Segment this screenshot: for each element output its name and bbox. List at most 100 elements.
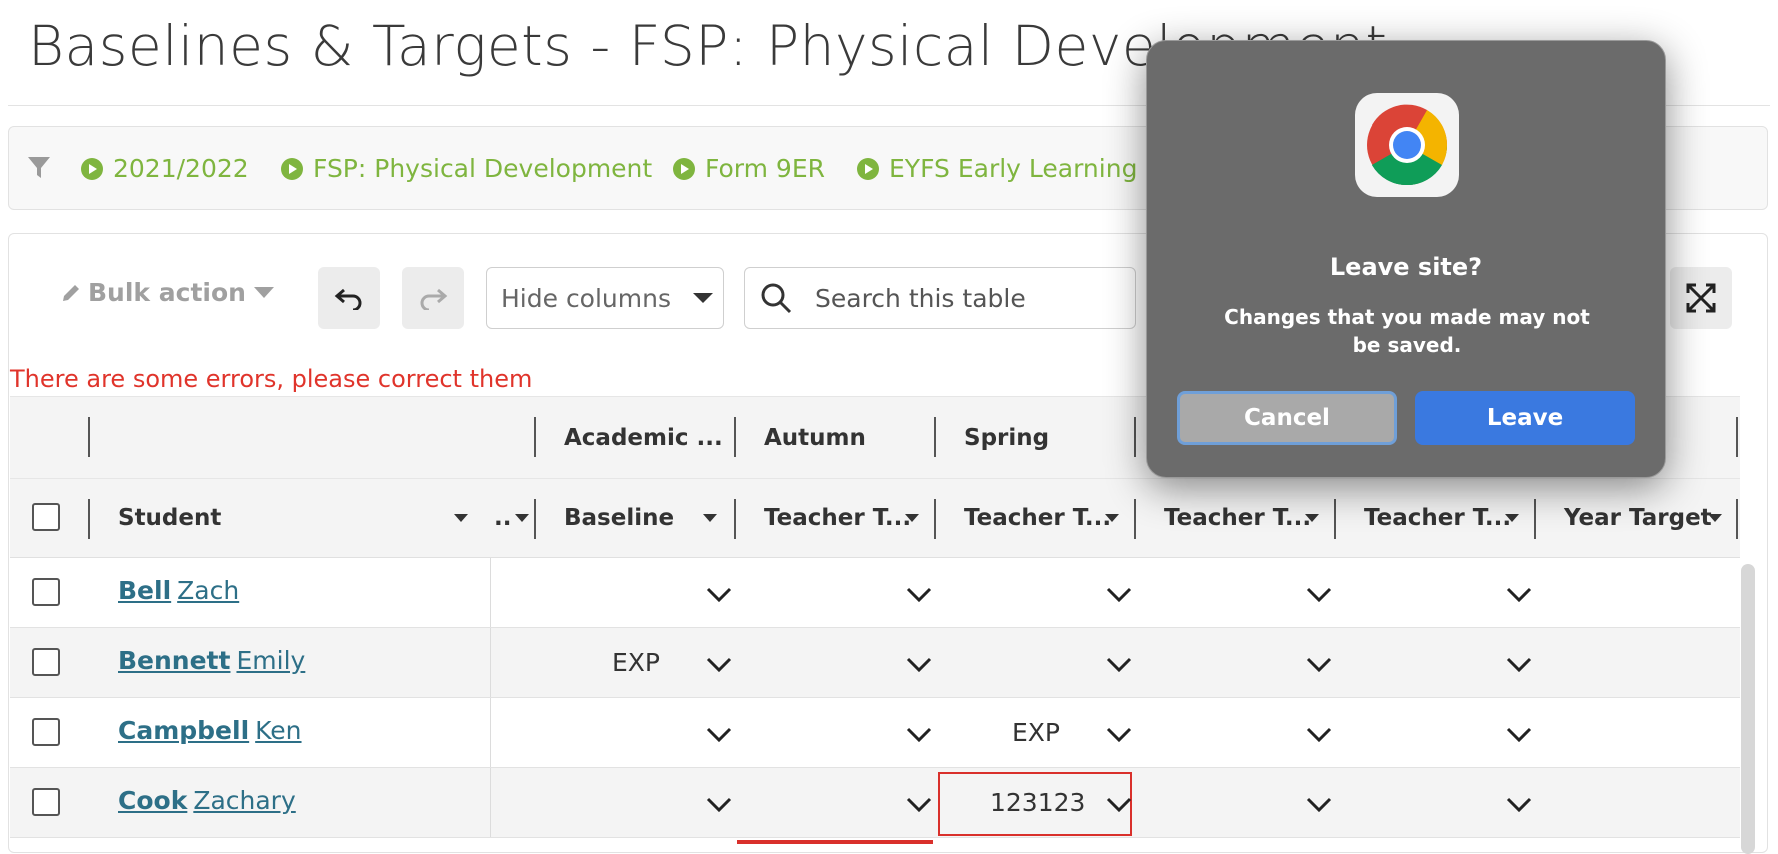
pencil-icon xyxy=(63,284,79,301)
row-checkbox[interactable] xyxy=(32,578,60,606)
column-separator xyxy=(1534,499,1536,539)
caret-down-icon xyxy=(1505,514,1519,522)
search-input[interactable]: Search this table xyxy=(744,267,1136,329)
select-all-checkbox[interactable] xyxy=(32,503,60,531)
group-header-academic: Academic ... xyxy=(564,425,723,451)
caret-down-icon xyxy=(253,287,274,298)
chevron-down-icon[interactable] xyxy=(906,586,932,604)
filter-icon[interactable] xyxy=(27,155,51,185)
play-icon xyxy=(857,157,879,180)
column-header-autumn-teacher[interactable]: Teacher T... xyxy=(764,479,929,557)
filter-chip-year[interactable]: 2021/2022 xyxy=(81,154,249,183)
student-link[interactable]: Bennett Emily xyxy=(118,646,305,675)
chevron-down-icon[interactable] xyxy=(706,656,732,674)
redo-button[interactable] xyxy=(402,267,464,329)
table-row: Campbell Ken EXP xyxy=(10,698,1740,768)
column-separator xyxy=(534,417,536,457)
chevron-down-icon[interactable] xyxy=(706,726,732,744)
chevron-down-icon[interactable] xyxy=(1506,586,1532,604)
chevron-down-icon[interactable] xyxy=(1506,726,1532,744)
table-row: Bell Zach xyxy=(10,558,1740,628)
error-underline xyxy=(737,840,933,844)
column-header-baseline[interactable]: Baseline xyxy=(564,479,729,557)
caret-down-icon xyxy=(1105,514,1119,522)
error-message: There are some errors, please correct th… xyxy=(10,365,533,393)
column-separator xyxy=(1736,417,1738,457)
dialog-title: Leave site? xyxy=(1329,253,1483,281)
column-header-teacher-4[interactable]: Teacher T... xyxy=(1364,479,1529,557)
column-separator xyxy=(1134,417,1136,457)
caret-down-icon xyxy=(1708,514,1722,522)
column-header-year-target[interactable]: Year Target xyxy=(1564,479,1734,557)
group-header-autumn: Autumn xyxy=(764,425,866,451)
undo-button[interactable] xyxy=(318,267,380,329)
column-separator xyxy=(534,499,536,539)
fullscreen-button[interactable] xyxy=(1670,267,1732,329)
chevron-down-icon[interactable] xyxy=(706,796,732,814)
undo-icon xyxy=(334,288,362,310)
chevron-down-icon[interactable] xyxy=(706,586,732,604)
row-checkbox[interactable] xyxy=(32,648,60,676)
play-icon xyxy=(281,157,303,180)
row-checkbox[interactable] xyxy=(32,788,60,816)
student-link[interactable]: Bell Zach xyxy=(118,576,239,605)
chevron-down-icon[interactable] xyxy=(906,656,932,674)
column-separator xyxy=(88,499,90,539)
play-icon xyxy=(673,157,695,180)
caret-down-icon xyxy=(454,514,468,522)
chevron-down-icon[interactable] xyxy=(1306,726,1332,744)
chevron-down-icon[interactable] xyxy=(906,726,932,744)
table-row: Cook Zachary 123123 xyxy=(10,768,1740,838)
column-header-teacher-3[interactable]: Teacher T... xyxy=(1164,479,1329,557)
filter-chip-framework[interactable]: EYFS Early Learning G xyxy=(857,154,1165,183)
chevron-down-icon[interactable] xyxy=(1306,586,1332,604)
expand-icon xyxy=(1686,283,1716,313)
filter-chip-subject[interactable]: FSP: Physical Development xyxy=(281,154,652,183)
search-icon xyxy=(761,283,792,314)
caret-down-icon xyxy=(515,514,530,522)
spring-value[interactable]: 123123 xyxy=(990,788,1085,817)
redo-icon xyxy=(420,288,448,310)
column-header-student[interactable]: Student xyxy=(118,479,488,557)
caret-down-icon xyxy=(693,293,713,303)
chrome-logo-icon xyxy=(1355,93,1459,197)
column-header-spring-teacher[interactable]: Teacher T... xyxy=(964,479,1129,557)
chevron-down-icon[interactable] xyxy=(1106,796,1132,814)
student-link[interactable]: Campbell Ken xyxy=(118,716,302,745)
hide-columns-select[interactable]: Hide columns xyxy=(486,267,724,329)
baseline-value[interactable]: EXP xyxy=(612,648,660,677)
column-separator xyxy=(934,499,936,539)
filter-chip-form[interactable]: Form 9ER xyxy=(673,154,825,183)
caret-down-icon xyxy=(905,514,919,522)
play-icon xyxy=(81,157,103,180)
column-separator xyxy=(88,417,90,457)
row-checkbox[interactable] xyxy=(32,718,60,746)
vertical-scrollbar[interactable] xyxy=(1741,564,1755,854)
student-link[interactable]: Cook Zachary xyxy=(118,786,296,815)
group-header-spring: Spring xyxy=(964,425,1050,451)
chevron-down-icon[interactable] xyxy=(1106,726,1132,744)
chevron-down-icon[interactable] xyxy=(906,796,932,814)
chevron-down-icon[interactable] xyxy=(1506,796,1532,814)
leave-button[interactable]: Leave xyxy=(1415,391,1635,445)
column-separator xyxy=(1736,499,1738,539)
chevron-down-icon[interactable] xyxy=(1106,656,1132,674)
table-row: Bennett Emily EXP xyxy=(10,628,1740,698)
column-separator xyxy=(734,499,736,539)
chevron-down-icon[interactable] xyxy=(1106,586,1132,604)
caret-down-icon xyxy=(1305,514,1319,522)
spring-value[interactable]: EXP xyxy=(1012,718,1060,747)
column-header-row: Student .. Baseline Teacher T... Teacher… xyxy=(10,478,1740,558)
chevron-down-icon[interactable] xyxy=(1306,656,1332,674)
chevron-down-icon[interactable] xyxy=(1506,656,1532,674)
dialog-message: Changes that you made may not be saved. xyxy=(1224,305,1590,357)
leave-site-dialog: Leave site? Changes that you made may no… xyxy=(1146,40,1666,478)
column-separator xyxy=(934,417,936,457)
caret-down-icon xyxy=(703,514,717,522)
column-header-hidden[interactable]: .. xyxy=(494,479,530,557)
column-separator xyxy=(1334,499,1336,539)
cancel-button[interactable]: Cancel xyxy=(1177,391,1397,445)
bulk-action-button[interactable]: Bulk action xyxy=(60,278,274,307)
column-separator xyxy=(1134,499,1136,539)
chevron-down-icon[interactable] xyxy=(1306,796,1332,814)
